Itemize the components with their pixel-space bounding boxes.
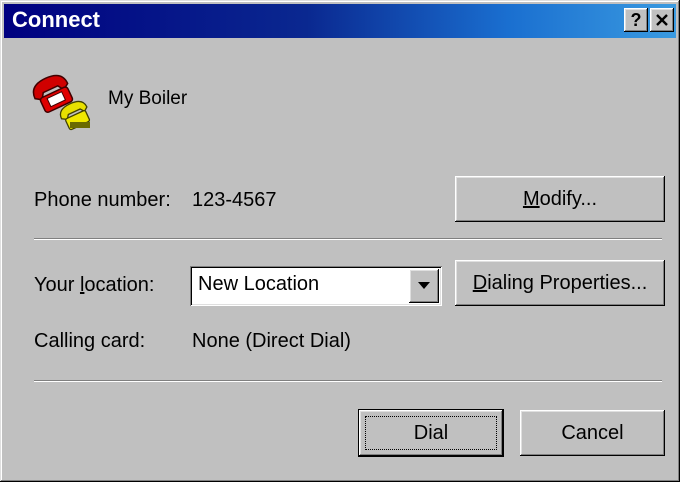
modify-button-label: Modify...: [522, 188, 598, 210]
connect-dialog: Connect ? My Boiler Phone number: 123-45…: [0, 0, 680, 482]
separator-top: [34, 238, 662, 240]
title-bar[interactable]: Connect ?: [4, 4, 676, 38]
phone-number-label: Phone number:: [34, 189, 171, 211]
help-button[interactable]: ?: [624, 8, 648, 32]
phone-number-value: 123-4567: [192, 189, 277, 211]
dropdown-arrow-button[interactable]: [409, 269, 439, 303]
dialing-properties-label: Dialing Properties...: [472, 272, 648, 294]
calling-card-value: None (Direct Dial): [192, 330, 351, 352]
connection-name: My Boiler: [108, 88, 188, 109]
separator-bottom: [34, 380, 662, 382]
telephone-icon: [32, 74, 91, 131]
dial-button-label: Dial: [364, 416, 498, 450]
location-dropdown[interactable]: New Location: [190, 266, 442, 306]
close-button[interactable]: [650, 8, 674, 32]
modify-button[interactable]: Modify...: [455, 176, 665, 222]
dialing-properties-button[interactable]: Dialing Properties...: [455, 260, 665, 306]
chevron-down-icon: [418, 282, 430, 289]
location-selected-value: New Location: [198, 273, 320, 295]
dialog-title: Connect: [12, 7, 100, 32]
dial-button[interactable]: Dial: [359, 410, 503, 456]
calling-card-label: Calling card:: [34, 330, 146, 352]
location-label: Your location:: [34, 274, 155, 296]
cancel-button[interactable]: Cancel: [520, 410, 665, 456]
close-icon: [656, 14, 668, 26]
